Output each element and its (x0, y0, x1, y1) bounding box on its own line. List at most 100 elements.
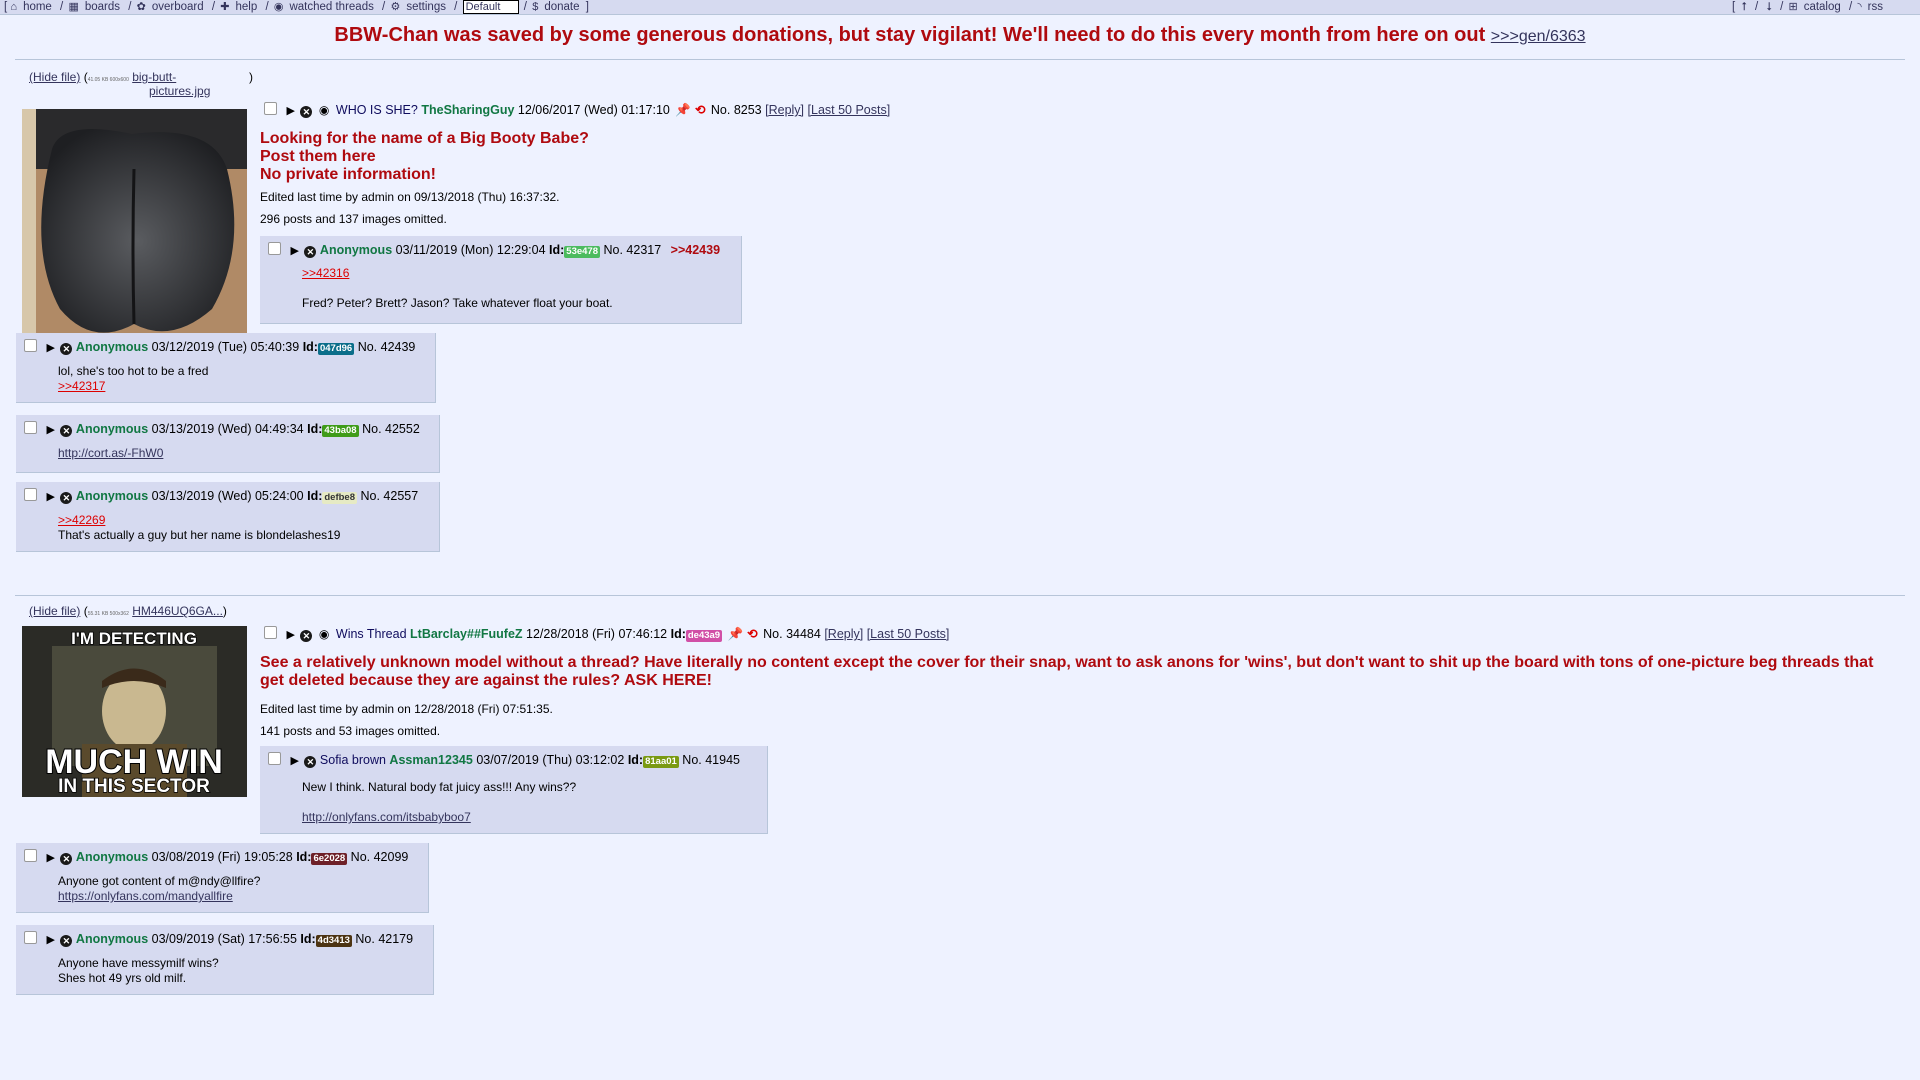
expand-triangle-icon[interactable]: ▶ (290, 754, 298, 767)
poster-id-badge[interactable]: 43ba08 (322, 425, 359, 437)
banner-link[interactable]: >>>gen/6363 (1491, 28, 1586, 45)
post-number[interactable]: No. 8253 (711, 103, 762, 117)
poster-id-badge[interactable]: 53e478 (564, 246, 600, 258)
post-checkbox[interactable] (24, 488, 37, 501)
external-link[interactable]: https://onlyfans.com/mandyallfire (58, 889, 260, 904)
hide-post-icon[interactable]: ✕ (60, 935, 73, 947)
hide-post-icon[interactable]: ✕ (60, 492, 73, 504)
home-icon: ⌂ (10, 1, 18, 13)
poster-id-badge[interactable]: 81aa01 (643, 756, 679, 768)
hide-file-link[interactable]: (Hide file) (29, 70, 80, 84)
nav-watched-threads-link[interactable]: watched threads (289, 1, 373, 13)
post-subject: Wins Thread (335, 627, 407, 641)
op-post-header: ▶ ✕ ◉ Wins Thread LtBarclay##FuufeZ 12/2… (264, 626, 949, 642)
expand-triangle-icon[interactable]: ▶ (290, 244, 298, 257)
watch-thread-icon[interactable]: ◉ (319, 103, 329, 117)
expand-triangle-icon[interactable]: ▶ (46, 423, 54, 436)
post-number[interactable]: No. 42557 (360, 489, 418, 503)
post-checkbox[interactable] (264, 626, 277, 639)
nav-donate-link[interactable]: donate (544, 1, 579, 13)
expand-triangle-icon[interactable]: ▶ (286, 628, 294, 641)
hide-file-link[interactable]: (Hide file) (29, 604, 80, 618)
hide-post-icon[interactable]: ✕ (60, 343, 73, 355)
post-checkbox[interactable] (24, 849, 37, 862)
post-number[interactable]: No. 42552 (362, 422, 420, 436)
post-number[interactable]: No. 42099 (351, 850, 409, 864)
file-name-link-cont[interactable]: pictures.jpg (149, 84, 210, 98)
bracket: [ (1732, 1, 1736, 13)
poster-id-badge[interactable]: de43a9 (685, 630, 723, 642)
arrow-down-icon[interactable]: ⭣ (1766, 1, 1771, 13)
id-label: Id: (300, 932, 316, 946)
external-link[interactable]: http://onlyfans.com/itsbabyboo7 (302, 810, 576, 825)
last50-link[interactable]: [Last 50 Posts] (808, 103, 891, 117)
quote-link[interactable]: >>42316 (302, 266, 613, 281)
expand-triangle-icon[interactable]: ▶ (286, 104, 294, 117)
watch-thread-icon[interactable]: ◉ (319, 627, 329, 641)
poster-id-badge[interactable]: 047d96 (317, 343, 355, 355)
post-checkbox[interactable] (24, 421, 37, 434)
poster-id-badge[interactable]: 4d3413 (315, 935, 352, 947)
thread-thumbnail[interactable] (22, 109, 247, 334)
quote-link[interactable]: >>42317 (58, 379, 208, 394)
last50-link[interactable]: [Last 50 Posts] (867, 627, 950, 641)
reply-text: That's actually a guy but her name is bl… (58, 528, 341, 542)
expand-triangle-icon[interactable]: ▶ (46, 341, 54, 354)
nav-help-link[interactable]: help (235, 1, 257, 13)
post-number[interactable]: No. 41945 (682, 753, 740, 767)
post-number[interactable]: No. 42439 (358, 340, 416, 354)
thread-thumbnail[interactable]: I'M DETECTING MUCH WIN IN THIS SECTOR (22, 626, 247, 797)
message-line: Looking for the name of a Big Booty Babe… (260, 130, 589, 147)
reply-post-42317: ▶ ✕ Anonymous 03/11/2019 (Mon) 12:29:04 … (260, 236, 742, 324)
reply-body: lol, she's too hot to be a fred >>42317 (58, 364, 208, 394)
reply-link[interactable]: [Reply] (824, 627, 863, 641)
post-checkbox[interactable] (268, 242, 281, 255)
file-name-link[interactable]: big-butt- (132, 70, 176, 84)
hide-post-icon[interactable]: ✕ (300, 106, 313, 118)
poster-name: Anonymous (75, 489, 149, 503)
expand-triangle-icon[interactable]: ▶ (46, 851, 54, 864)
expand-triangle-icon[interactable]: ▶ (46, 933, 54, 946)
nav-settings-link[interactable]: settings (406, 1, 446, 13)
post-number[interactable]: No. 34484 (763, 627, 821, 641)
file-size: 55.31 KB 500x362 (87, 611, 129, 617)
post-checkbox[interactable] (24, 931, 37, 944)
cycle-icon: ⟲ (747, 627, 758, 641)
reply-header: ▶ ✕ Anonymous 03/13/2019 (Wed) 04:49:34 … (24, 421, 420, 437)
message-line: See a relatively unknown model without a… (260, 654, 1874, 689)
hide-post-icon[interactable]: ✕ (304, 756, 317, 768)
style-select[interactable]: Default (462, 0, 519, 14)
quote-link[interactable]: >>42269 (58, 513, 340, 528)
nav-rss-link[interactable]: rss (1868, 1, 1883, 13)
hide-post-icon[interactable]: ✕ (304, 246, 317, 258)
post-checkbox[interactable] (268, 752, 281, 765)
poster-id-badge[interactable]: defbe8 (322, 492, 357, 504)
hide-post-icon[interactable]: ✕ (300, 630, 313, 642)
edited-note: Edited last time by admin on 09/13/2018 … (260, 190, 560, 204)
separator: / (128, 1, 132, 13)
nav-home-link[interactable]: home (23, 1, 52, 13)
reply-body: New I think. Natural body fat juicy ass!… (302, 780, 576, 825)
poster-id-badge[interactable]: 6e2028 (311, 853, 348, 865)
poster-name: LtBarclay##FuufeZ (410, 627, 523, 641)
hide-post-icon[interactable]: ✕ (60, 853, 73, 865)
expand-triangle-icon[interactable]: ▶ (46, 490, 54, 503)
nav-catalog-link[interactable]: catalog (1804, 1, 1841, 13)
nav-overboard-link[interactable]: overboard (152, 1, 204, 13)
message-line: No private information! (260, 166, 437, 183)
external-link[interactable]: http://cort.as/-FhW0 (58, 446, 163, 461)
poster-name: Anonymous (75, 422, 149, 436)
file-name-link[interactable]: HM446UQ6GA... (132, 604, 223, 618)
reply-body: Anyone have messymilf wins? Shes hot 49 … (58, 956, 219, 986)
post-number[interactable]: No. 42317 (603, 243, 661, 257)
reply-text: Fred? Peter? Brett? Jason? Take whatever… (302, 296, 613, 310)
backlink[interactable]: >>42439 (671, 243, 720, 257)
post-checkbox[interactable] (24, 339, 37, 352)
post-checkbox[interactable] (264, 102, 277, 115)
nav-boards-link[interactable]: boards (85, 1, 120, 13)
post-number[interactable]: No. 42179 (355, 932, 413, 946)
arrow-up-icon[interactable]: ⭡ (1741, 1, 1746, 13)
reply-link[interactable]: [Reply] (765, 103, 804, 117)
hide-post-icon[interactable]: ✕ (60, 425, 73, 437)
paren: ) (222, 604, 227, 618)
